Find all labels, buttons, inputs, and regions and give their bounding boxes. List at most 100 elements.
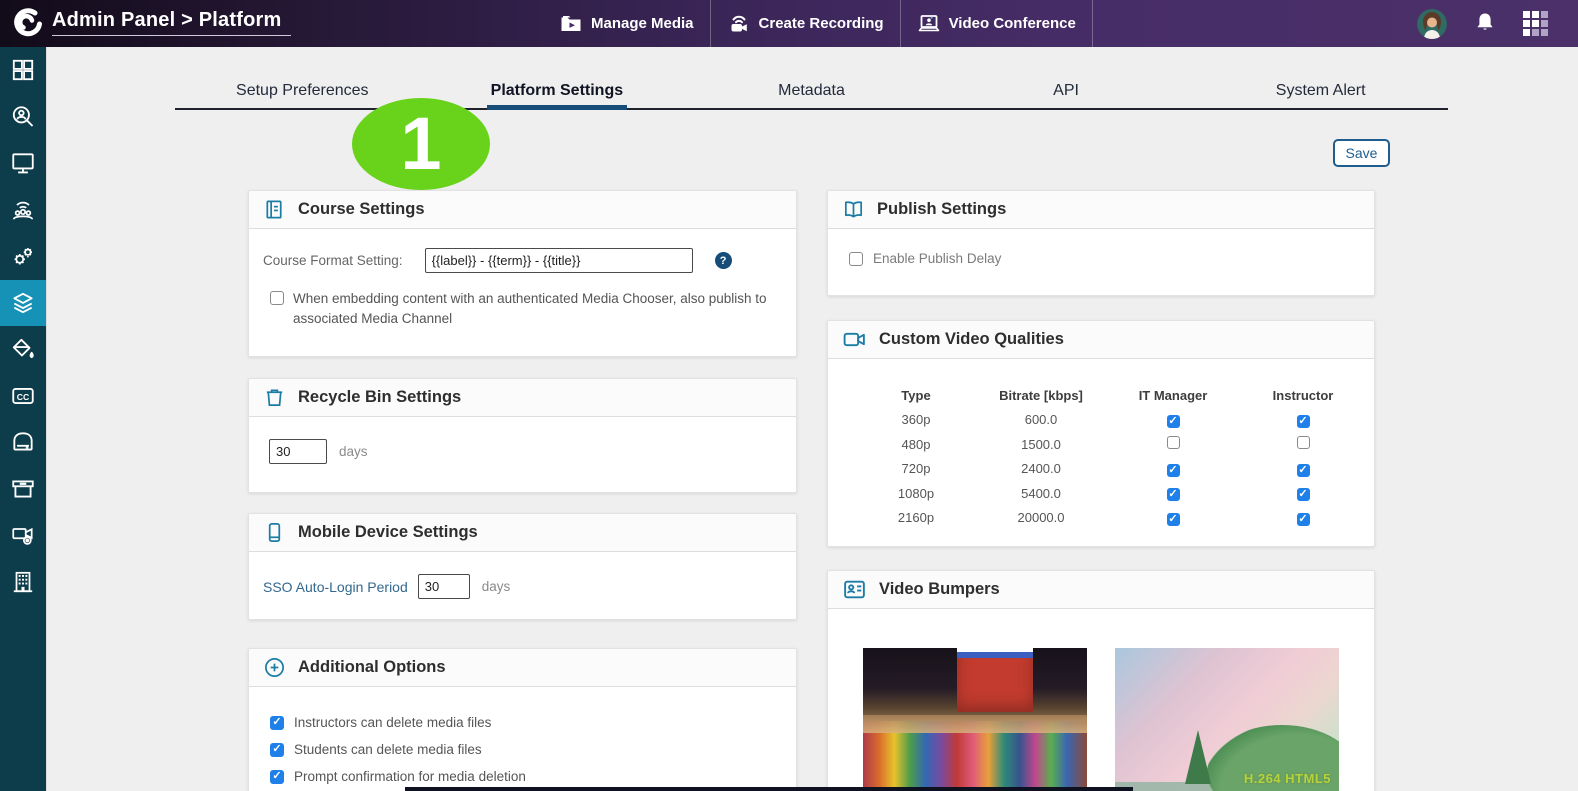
publish-delay-label: Enable Publish Delay [873,251,1002,266]
table-row: 2160p 20000.0 [858,506,1348,531]
video-conference-label: Video Conference [948,15,1076,32]
manage-media-button[interactable]: Manage Media [543,0,710,47]
top-header-bar: Admin Panel > Platform Manage Media Crea… [0,0,1578,47]
sso-days-label: days [481,579,511,594]
publish-settings-title: Publish Settings [877,200,1007,218]
additional-options-title: Additional Options [298,658,446,676]
sidebar-item-displays[interactable] [0,140,46,187]
video-camera-icon [842,327,867,352]
user-search-icon [12,106,34,127]
building-icon [13,571,33,592]
recycle-days-label: days [339,444,368,459]
course-settings-card: Course Settings Course Format Setting: ?… [248,190,797,357]
sidebar-item-organization[interactable] [0,559,46,606]
open-book-icon [842,198,865,221]
monitor-icon [12,153,34,174]
instructor-480p-checkbox[interactable] [1296,436,1310,450]
layers-icon [13,292,33,313]
embed-publish-label: When embedding content with an authentic… [293,291,767,327]
trash-icon [263,386,286,409]
create-recording-button[interactable]: Create Recording [709,0,900,47]
sidebar-item-storage[interactable] [0,419,46,466]
create-recording-label: Create Recording [758,15,884,32]
instructor-2160p-checkbox[interactable] [1296,512,1310,526]
colored-pencils-thumbnail[interactable] [863,648,1087,791]
it-manager-1080p-checkbox[interactable] [1166,488,1180,502]
additional-options-card: Additional Options Instructors can delet… [248,648,797,791]
left-sidebar: CC [0,47,47,791]
sidebar-item-user-search[interactable] [0,94,46,141]
sidebar-item-archive[interactable] [0,466,46,513]
qualities-table-header: Type Bitrate [kbps] IT Manager Instructo… [901,387,1334,403]
apps-grid-icon[interactable] [1523,11,1548,36]
tab-system-alert[interactable]: System Alert [1193,74,1448,108]
students-delete-checkbox[interactable] [270,742,284,757]
help-icon[interactable]: ? [714,252,732,269]
people-broadcast-icon [12,201,34,220]
sidebar-item-conference[interactable] [0,187,46,234]
it-manager-720p-checkbox[interactable] [1166,463,1180,477]
sidebar-item-dashboard[interactable] [0,47,46,94]
sidebar-item-captions[interactable]: CC [0,373,46,420]
instructor-360p-checkbox[interactable] [1296,414,1310,428]
broadcast-camera-icon [731,15,747,31]
course-notes-icon [263,198,286,221]
sidebar-item-branding[interactable] [0,326,46,373]
closed-captions-icon: CC [12,387,34,404]
course-format-input[interactable] [424,248,693,273]
instructor-720p-checkbox[interactable] [1296,463,1310,477]
save-button[interactable]: Save [1333,139,1390,167]
sidebar-item-content-layers[interactable] [0,279,46,326]
top-right-cluster [1417,0,1548,47]
it-manager-360p-checkbox[interactable] [1166,414,1180,428]
laptop-person-icon [918,14,939,31]
sky-trees-thumbnail[interactable]: H.264 HTML5 [1115,648,1339,791]
tab-metadata[interactable]: Metadata [684,74,939,108]
instructor-1080p-checkbox[interactable] [1296,488,1310,502]
mobile-device-card: Mobile Device Settings SSO Auto-Login Pe… [248,513,797,620]
tab-platform-settings[interactable]: Platform Settings [430,74,685,110]
publish-delay-checkbox[interactable] [849,251,863,266]
qualities-table: Type Bitrate [kbps] IT Manager Instructo… [858,383,1348,530]
video-bumpers-card: Video Bumpers H.264 HTML5 [827,570,1375,791]
video-conference-button[interactable]: Video Conference [899,0,1093,47]
app-logo-icon[interactable] [10,6,46,42]
sidebar-item-services[interactable] [0,233,46,280]
table-row: 1080p 5400.0 [858,481,1348,506]
settings-tabbar: Setup Preferences Platform Settings Meta… [175,74,1448,110]
video-qualities-card: Custom Video Qualities Type Bitrate [kbp… [827,320,1375,547]
manage-media-label: Manage Media [591,15,694,32]
it-manager-2160p-checkbox[interactable] [1166,512,1180,526]
mobile-device-title: Mobile Device Settings [298,523,478,541]
instructors-delete-checkbox[interactable] [270,715,284,730]
paint-bucket-icon [12,339,34,359]
course-settings-title: Course Settings [298,200,425,218]
sso-period-input[interactable] [417,574,470,599]
table-row: 360p 600.0 [858,408,1348,433]
smartphone-icon [263,521,286,544]
prompt-confirmation-checkbox[interactable] [270,769,284,784]
embed-publish-checkbox[interactable] [270,291,284,305]
window-edge-bar [405,787,1133,791]
codec-overlay-text: H.264 HTML5 [1243,771,1331,786]
sidebar-item-recordings[interactable] [0,512,46,559]
video-bumpers-title: Video Bumpers [879,580,1000,598]
table-row: 480p 1500.0 [858,432,1348,457]
gears-icon [14,248,32,265]
video-qualities-title: Custom Video Qualities [879,330,1064,348]
tab-api[interactable]: API [939,74,1194,108]
sso-period-label: SSO Auto-Login Period [263,578,408,595]
storage-drive-icon [13,432,33,451]
table-row: 720p 2400.0 [858,457,1348,482]
it-manager-480p-checkbox[interactable] [1166,436,1180,450]
dashboard-icon [12,60,34,81]
plus-circle-icon [263,656,286,679]
breadcrumb[interactable]: Admin Panel > Platform [52,9,292,36]
recycle-days-input[interactable] [269,439,327,464]
video-recorder-icon [12,528,33,546]
id-badge-icon [842,577,867,602]
svg-text:CC: CC [17,392,30,402]
user-avatar[interactable] [1417,8,1447,39]
folder-play-icon [561,15,581,31]
notifications-bell-icon[interactable] [1473,11,1497,37]
